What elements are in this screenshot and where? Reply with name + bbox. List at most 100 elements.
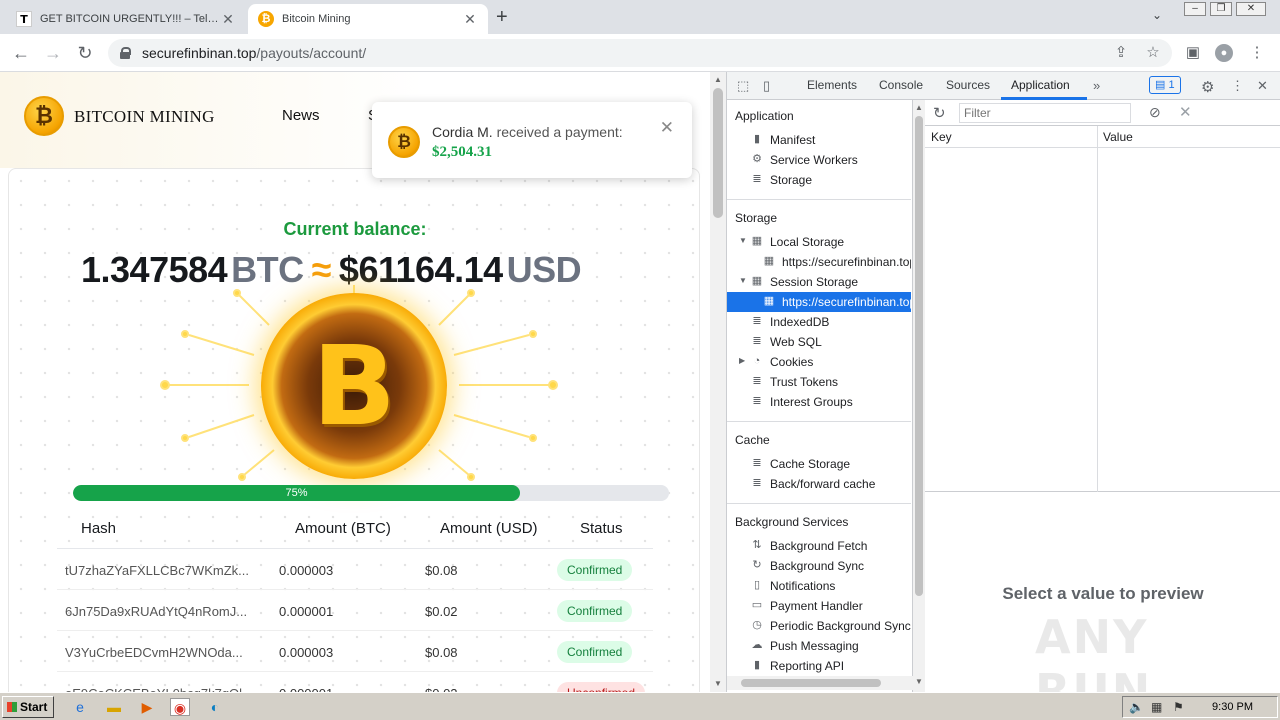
scrollbar-thumb[interactable] [915,116,923,596]
sidebar-item-label: IndexedDB [770,315,830,329]
tab-search-chevron-icon[interactable]: ⌄ [1152,8,1162,22]
chrome-icon[interactable]: ◉ [170,698,190,716]
bitcoin-coin-icon: ₿ [388,126,420,158]
sidebar-scrollbar[interactable]: ▲ ▼ [913,100,925,692]
folder-icon[interactable]: ▬ [104,698,124,716]
telegram-favicon-icon: T [16,11,32,27]
tab-console[interactable]: Console [879,78,923,92]
sidebar-item-storage[interactable]: ≣ Storage [727,170,911,190]
notifications-icon: ▯ [753,579,761,591]
sidebar-item-manifest[interactable]: ▮ Manifest [727,130,911,150]
sidebar-item-web-sql[interactable]: ≣ Web SQL [727,332,911,352]
page-scrollbar[interactable]: ▲ ▼ [710,72,726,692]
section-application-title: Application [735,109,794,123]
bookmark-star-icon[interactable]: ☆ [1144,44,1162,62]
sidebar-item-service-workers[interactable]: ⚙ Service Workers [727,150,911,170]
scrollbar-thumb[interactable] [741,679,881,687]
sidebar-item-label: Back/forward cache [770,477,876,491]
device-toolbar-icon[interactable]: ▯ [763,78,770,94]
action-center-flag-icon[interactable]: ⚑ [1173,700,1184,714]
col-key[interactable]: Key [931,130,952,144]
devtools-menu-icon[interactable]: ⋮ [1231,78,1244,94]
start-button[interactable]: Start [2,696,54,718]
expand-arrow-down-icon[interactable]: ▼ [739,236,747,245]
database-icon: ≣ [752,457,762,469]
new-tab-button[interactable]: + [496,6,508,29]
tab-title: Bitcoin Mining [282,13,351,25]
expand-arrow-down-icon[interactable]: ▼ [739,276,747,285]
browser-menu-icon[interactable]: ⋮ [1248,44,1266,62]
profile-avatar-icon[interactable]: ● [1215,44,1233,62]
sidebar-item-local-storage[interactable]: ▼ ▦ Local Storage [727,232,911,252]
sidebar-item-notifications[interactable]: ▯ Notifications [727,576,911,596]
issues-badge[interactable]: ▤ 1 [1149,76,1181,94]
sidebar-item-periodic-background-sync[interactable]: ◷ Periodic Background Sync [727,616,911,636]
expand-arrow-right-icon[interactable]: ▶ [739,356,745,365]
site-name[interactable]: BITCOIN MINING [74,107,215,127]
edge-icon[interactable]: ◐ [205,698,225,716]
delete-selected-icon[interactable]: ✕ [1179,103,1192,121]
forward-button[interactable]: → [42,42,64,64]
side-panel-icon[interactable]: ▣ [1184,44,1202,62]
close-icon[interactable]: ✕ [660,118,674,138]
volume-icon[interactable]: 🔈 [1129,700,1144,714]
close-window-button[interactable]: ✕ [1236,2,1266,16]
reload-button[interactable]: ↻ [74,42,96,64]
more-tabs-icon[interactable]: » [1093,78,1100,93]
sidebar-item-payment-handler[interactable]: ▭ Payment Handler [727,596,911,616]
close-tab-icon[interactable]: ✕ [462,11,478,28]
filter-input[interactable] [959,103,1131,123]
sidebar-item-cookies[interactable]: ▶ ◔ Cookies [727,352,911,372]
sidebar-item-reporting-api[interactable]: ▮ Reporting API [727,656,911,676]
bitcoin-b-glyph: B [312,322,396,450]
sidebar-item-indexeddb[interactable]: ≣ IndexedDB [727,312,911,332]
scrollbar-thumb[interactable] [713,88,723,218]
tab-application[interactable]: Application [1011,78,1070,92]
address-bar[interactable]: securefinbinan.top/payouts/account/ [108,39,1172,67]
balance-card: Current balance: 1.347584 BTC ≈ $61164.14 US… [8,168,700,692]
minimize-window-button[interactable]: – [1184,2,1206,16]
sidebar-item-local-storage-origin[interactable]: ▦ https://securefinbinan.top [727,252,911,272]
sidebar-item-label: Reporting API [770,659,845,673]
restore-window-button[interactable]: ❐ [1210,2,1232,16]
tx-hash: 6Jn75Da9xRUAdYtQ4nRomJ... [65,604,248,619]
lock-icon[interactable] [120,47,131,59]
grid-icon: ▦ [763,255,775,267]
nav-news-link[interactable]: News [282,107,320,124]
clear-all-icon[interactable]: ⊘ [1149,104,1161,121]
col-value[interactable]: Value [1103,130,1133,144]
sidebar-item-interest-groups[interactable]: ≣ Interest Groups [727,392,911,412]
inspect-element-icon[interactable]: ⬚ [737,78,749,94]
sync-icon: ↻ [752,559,762,571]
close-devtools-icon[interactable]: ✕ [1257,78,1268,94]
refresh-icon[interactable]: ↻ [933,104,946,122]
ie-icon[interactable]: e [70,698,90,716]
sidebar-item-trust-tokens[interactable]: ≣ Trust Tokens [727,372,911,392]
sidebar-horizontal-scrollbar[interactable] [727,676,913,690]
scroll-down-arrow-icon[interactable]: ▼ [710,678,726,690]
bitcoin-logo-icon[interactable]: ₿ [24,96,64,136]
sidebar-item-session-storage[interactable]: ▼ ▦ Session Storage [727,272,911,292]
share-icon[interactable]: ⇪ [1112,44,1130,62]
sidebar-item-session-storage-origin[interactable]: ▦ https://securefinbinan.top [727,292,911,312]
media-player-icon[interactable]: ▶ [137,698,157,716]
key-value-grid[interactable]: Key Value [925,126,1280,492]
sidebar-item-cache-storage[interactable]: ≣ Cache Storage [727,454,911,474]
sidebar-item-background-fetch[interactable]: ⇅ Background Fetch [727,536,911,556]
sidebar-item-background-sync[interactable]: ↻ Background Sync [727,556,911,576]
tab-elements[interactable]: Elements [807,78,857,92]
sidebar-item-back-forward-cache[interactable]: ≣ Back/forward cache [727,474,911,494]
network-icon[interactable]: ▦ [1151,700,1162,714]
scroll-up-arrow-icon[interactable]: ▲ [710,74,726,86]
payment-notification: ₿ Cordia M. received a payment: $2,504.3… [372,102,692,178]
back-button[interactable]: ← [10,42,32,64]
close-tab-icon[interactable]: ✕ [220,11,236,28]
tab-bitcoin-mining[interactable]: ₿ Bitcoin Mining ✕ [248,4,488,34]
tab-sources[interactable]: Sources [946,78,990,92]
mining-progress-bar: 75% [73,485,669,501]
storage-view: ↻ ⊘ ✕ Key Value Select a value to previe… [925,100,1280,718]
settings-gear-icon[interactable]: ⚙ [1201,78,1214,96]
section-divider [727,199,911,200]
sidebar-item-push-messaging[interactable]: ☁ Push Messaging [727,636,911,656]
tab-telegram[interactable]: T GET BITCOIN URGENTLY!!! – Telegram ✕ [6,4,246,34]
